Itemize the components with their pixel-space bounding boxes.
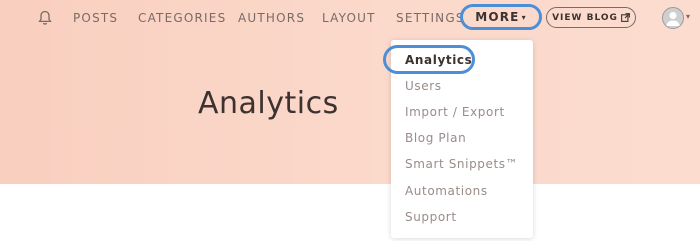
menu-item-smart-snippets[interactable]: Smart Snippets™ xyxy=(405,157,518,171)
menu-item-users[interactable]: Users xyxy=(405,79,442,93)
menu-item-import-export[interactable]: Import / Export xyxy=(405,105,505,119)
external-link-icon xyxy=(621,13,630,22)
caret-down-icon: ▾ xyxy=(521,12,527,22)
menu-item-support[interactable]: Support xyxy=(405,210,457,224)
menu-item-automations[interactable]: Automations xyxy=(405,184,488,198)
nav-authors[interactable]: AUTHORS xyxy=(238,11,305,25)
bell-icon[interactable] xyxy=(38,10,52,26)
avatar-caret-icon[interactable]: ▾ xyxy=(686,12,690,21)
menu-item-blog-plan[interactable]: Blog Plan xyxy=(405,131,466,145)
more-menu-button[interactable]: MORE ▾ xyxy=(460,4,542,30)
view-blog-label: VIEW BLOG xyxy=(552,12,618,23)
nav-settings[interactable]: SETTINGS xyxy=(396,11,465,25)
top-navigation: POSTS CATEGORIES AUTHORS LAYOUT SETTINGS… xyxy=(0,0,700,36)
nav-posts[interactable]: POSTS xyxy=(73,11,118,25)
nav-categories[interactable]: CATEGORIES xyxy=(138,11,226,25)
view-blog-button[interactable]: VIEW BLOG xyxy=(546,7,636,28)
more-dropdown-menu: Analytics Users Import / Export Blog Pla… xyxy=(391,40,533,238)
page-title: Analytics xyxy=(198,86,339,121)
more-label: MORE xyxy=(475,10,520,24)
avatar-icon[interactable] xyxy=(662,7,684,29)
menu-item-analytics[interactable]: Analytics xyxy=(405,53,472,67)
nav-layout[interactable]: LAYOUT xyxy=(322,11,376,25)
